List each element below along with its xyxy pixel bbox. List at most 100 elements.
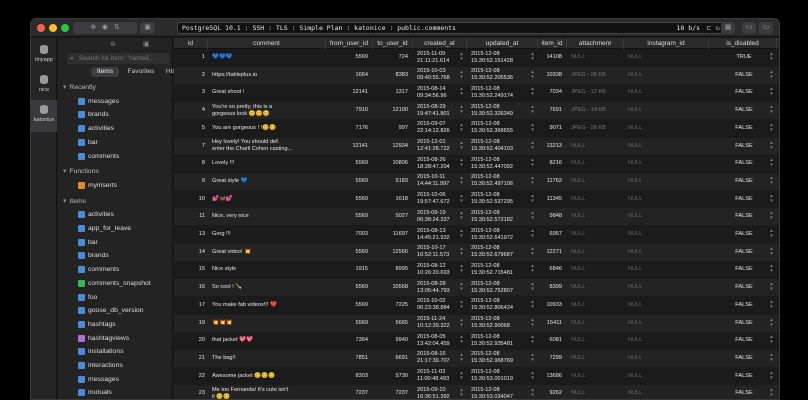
cell-item_id[interactable]: 9071 — [542, 120, 565, 137]
cell-item_id[interactable]: 8399 — [542, 279, 565, 296]
cell-comment[interactable]: The bag!! — [212, 350, 324, 367]
stepper-icon[interactable]: ▴ ▾ — [459, 388, 464, 398]
cell-id[interactable]: 10 — [174, 191, 208, 208]
stepper-icon[interactable]: ▴ ▾ — [769, 352, 774, 363]
stepper-icon[interactable]: ▴ ▾ — [459, 140, 464, 151]
table-row[interactable]: 8 Lovely !!! 5569 10806 2015-08-26 18:28:47.2… — [174, 155, 779, 172]
cell-attachment[interactable]: NULL — [571, 332, 622, 349]
cell-updated_at[interactable]: 2015-12-08 15:30:52.368655 — [471, 120, 536, 137]
stepper-icon[interactable]: ▴ ▾ — [769, 229, 774, 239]
cell-from_user_id[interactable]: 1664 — [330, 67, 371, 84]
cell-id[interactable]: 13 — [174, 226, 208, 243]
cell-comment[interactable]: Nice style — [212, 261, 324, 278]
cell-from_user_id[interactable]: 7176 — [330, 120, 371, 137]
database-icon[interactable]: ⊜ — [110, 40, 116, 48]
activity-icon[interactable]: ⊏ — [707, 23, 711, 33]
table-row[interactable]: 16 So cool ! 🍾 5569 10568 2015-08-28 13:05:44… — [174, 279, 779, 297]
cell-from_user_id[interactable]: 5569 — [330, 191, 371, 208]
tab-favorites[interactable]: Favorites — [124, 67, 158, 77]
cell-attachment[interactable]: JPEG - 26 KB — [571, 67, 622, 84]
sidebar-item-bar[interactable]: bar — [58, 136, 173, 149]
cell-from_user_id[interactable]: 1915 — [330, 261, 371, 278]
stepper-icon[interactable]: ▴ ▾ — [769, 69, 774, 80]
section-functions[interactable]: ▾ Functions — [58, 165, 173, 178]
stepper-icon[interactable]: ▴ ▾ — [530, 335, 535, 345]
cell-from_user_id[interactable]: 7364 — [330, 332, 371, 349]
minimize-window-button[interactable] — [49, 24, 57, 32]
cell-from_user_id[interactable]: 7003 — [330, 226, 371, 243]
table-row[interactable]: 5 You are gorgeous ! !😊😊 7176 997 2015-09-07… — [174, 120, 779, 137]
cell-created_at[interactable]: 2015-10-06 19:57:47.672 — [417, 191, 465, 208]
stepper-icon[interactable]: ▴ ▾ — [459, 299, 464, 310]
cell-from_user_id[interactable]: 5569 — [330, 244, 371, 261]
cell-is_disabled[interactable]: FALSE — [713, 102, 775, 119]
stepper-icon[interactable]: ▴ ▾ — [459, 69, 464, 80]
cell-item_id[interactable]: 9848 — [542, 208, 565, 225]
cell-instagram_id[interactable]: NULL — [628, 350, 707, 367]
table-row[interactable]: 17 You make fab videos!!! ❤️ 5569 7225 2015-… — [174, 297, 779, 314]
stepper-icon[interactable]: ▴ ▾ — [530, 246, 535, 257]
cell-updated_at[interactable]: 2015-12-08 15:30:52.968769 — [471, 350, 536, 367]
stepper-icon[interactable]: ▴ ▾ — [769, 87, 774, 97]
cell-updated_at[interactable]: 2015-12-08 15:30:52.752807 — [471, 279, 536, 296]
cell-attachment[interactable]: NULL — [571, 368, 622, 385]
cell-is_disabled[interactable]: FALSE — [713, 244, 775, 261]
cell-updated_at[interactable]: 2015-12-08 15:30:52.572182 — [471, 208, 536, 225]
stepper-icon[interactable]: ▴ ▾ — [530, 122, 535, 133]
cell-item_id[interactable]: 7299 — [542, 350, 565, 367]
cell-id[interactable]: 5 — [174, 120, 208, 137]
table-row[interactable]: 15 Nice style 1915 8995 2015-08-12 10:26:20.6… — [174, 261, 779, 278]
maximize-window-button[interactable] — [61, 24, 69, 32]
table-row[interactable]: 10 💕🦋💕 5569 1618 2015-10-06 19:57:47.672 ▴ ▾ 201… — [174, 191, 779, 208]
sidebar-toggle-left-button[interactable]: ▭ — [742, 22, 756, 34]
sidebar-item-bar[interactable]: bar — [58, 236, 173, 249]
table-row[interactable]: 7 Hey lovely! You should def. enter the Ch… — [174, 137, 779, 155]
cell-created_at[interactable]: 2015-11-09 21:11:21.614 — [417, 49, 465, 66]
cell-item_id[interactable]: 13686 — [542, 368, 565, 385]
cell-created_at[interactable]: 2015-09-10 16:36:51.392 — [417, 385, 465, 399]
cell-id[interactable]: 22 — [174, 368, 208, 385]
stepper-icon[interactable]: ▴ ▾ — [530, 352, 535, 363]
cell-instagram_id[interactable]: NULL — [628, 191, 707, 208]
cell-id[interactable]: 8 — [174, 155, 208, 172]
cell-created_at[interactable]: 2015-08-12 10:26:20.693 — [417, 261, 465, 278]
table-row[interactable]: 9 Great style 💙 5569 5183 2015-10-11 14:44:11… — [174, 172, 779, 191]
cell-to_user_id[interactable]: 1618 — [377, 191, 411, 208]
cell-updated_at[interactable]: 2015-12-08 15:30:53.034047 — [471, 385, 536, 399]
cell-comment[interactable]: Gorg !!! — [212, 226, 324, 243]
section-items[interactable]: ▾ Items — [58, 195, 173, 208]
cell-instagram_id[interactable]: NULL — [628, 368, 707, 385]
sidebar-item-brands[interactable]: brands — [58, 108, 173, 121]
stepper-icon[interactable]: ▴ ▾ — [459, 335, 464, 345]
cell-id[interactable]: 2 — [174, 67, 208, 84]
cell-comment[interactable]: Great video! 💥 — [212, 244, 324, 261]
sidebar-item-comments[interactable]: comments — [58, 263, 173, 276]
cell-from_user_id[interactable]: 5569 — [330, 49, 371, 66]
cell-item_id[interactable]: 13213 — [542, 138, 565, 155]
cell-attachment[interactable]: NULL — [571, 350, 622, 367]
cell-created_at[interactable]: 2015-10-17 16:52:11.573 — [417, 244, 465, 261]
cell-comment[interactable]: https://tableplus.io — [212, 67, 324, 84]
stepper-icon[interactable]: ▴ ▾ — [769, 388, 774, 398]
stepper-icon[interactable]: ▴ ▾ — [459, 175, 464, 186]
cell-updated_at[interactable]: 2015-12-08 15:30:52.249174 — [471, 84, 536, 101]
cell-is_disabled[interactable]: FALSE — [713, 84, 775, 101]
sidebar-item-goose_db_version[interactable]: goose_db_version — [58, 304, 173, 317]
stepper-icon[interactable]: ▴ ▾ — [530, 282, 535, 292]
cell-item_id[interactable]: 8216 — [542, 155, 565, 172]
cell-id[interactable]: 19 — [174, 315, 208, 332]
cell-id[interactable]: 1 — [174, 49, 208, 66]
table-row[interactable]: 1 💙💙💙 5569 724 2015-11-09 21:11:21.614 ▴ ▾ 2015-… — [174, 49, 779, 66]
cell-instagram_id[interactable]: NULL — [628, 279, 707, 296]
cell-comment[interactable]: You are gorgeous ! !😊😊 — [212, 120, 324, 137]
cell-comment[interactable]: You make fab videos!!! ❤️ — [212, 297, 324, 314]
section-recently[interactable]: ▾ Recently — [58, 81, 173, 94]
stepper-icon[interactable]: ▴ ▾ — [769, 370, 774, 381]
stepper-icon[interactable]: ▴ ▾ — [530, 87, 535, 97]
cell-instagram_id[interactable]: NULL — [628, 244, 707, 261]
stepper-icon[interactable]: ▴ ▾ — [530, 299, 535, 310]
connection-button[interactable]: ⊕ ◉ ⇅ — [73, 22, 137, 34]
cell-item_id[interactable]: 11345 — [542, 191, 565, 208]
column-header-updated_at[interactable]: updated_at — [467, 38, 538, 49]
cell-created_at[interactable]: 2015-11-03 11:00:48.493 — [417, 368, 465, 385]
